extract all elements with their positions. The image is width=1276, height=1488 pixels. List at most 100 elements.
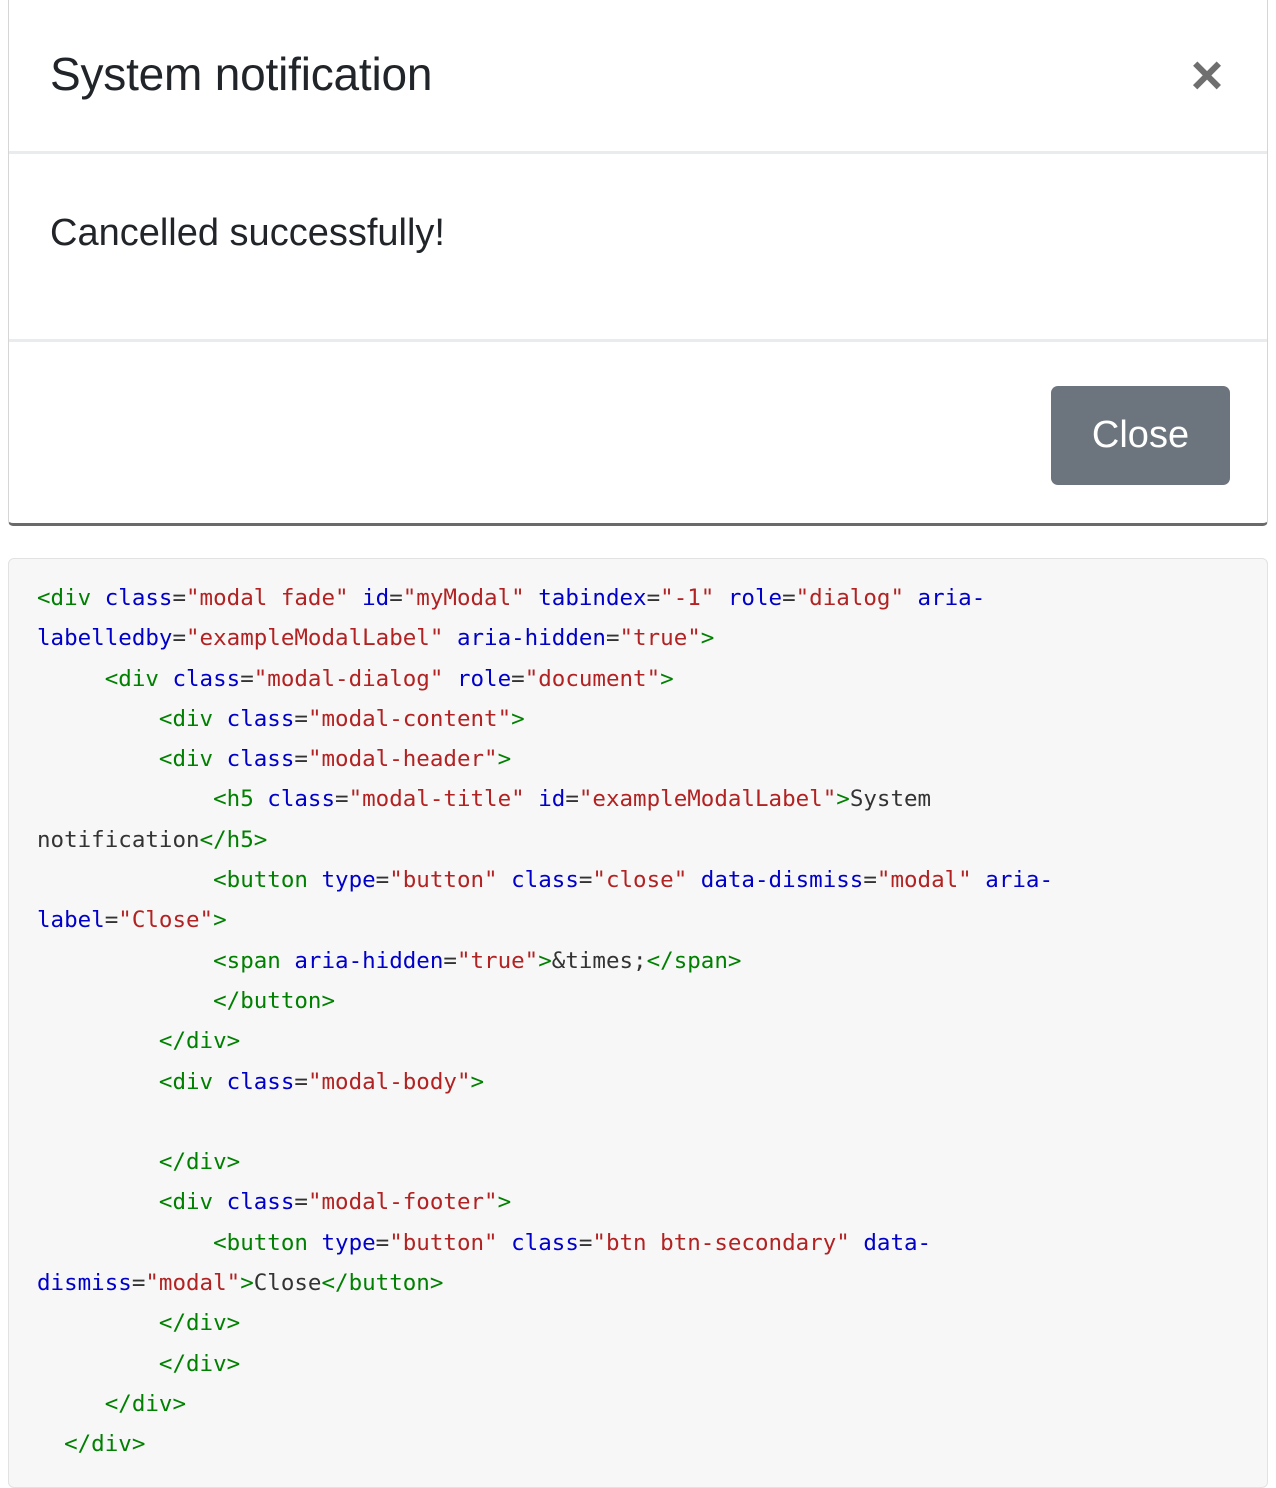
code-token: >: [511, 705, 525, 732]
code-token: id: [538, 786, 566, 813]
code-token: >: [240, 1270, 254, 1297]
code-token: >: [660, 665, 674, 692]
code-token: </button>: [321, 1270, 444, 1297]
code-token: <div: [158, 705, 227, 732]
code-token: </button>: [213, 987, 336, 1014]
close-icon[interactable]: ×: [1185, 47, 1229, 103]
code-token: "close": [592, 867, 688, 894]
code-token: class: [226, 746, 295, 773]
code-token: class: [511, 1229, 579, 1256]
code-token: "button": [389, 1229, 498, 1256]
modal-title: System notification: [50, 48, 433, 100]
code-token: >: [497, 1189, 512, 1216]
code-line: labelledby="exampleModalLabel" aria-hidd…: [37, 618, 1239, 658]
modal-body: Cancelled successfully!: [9, 154, 1267, 342]
code-token: type: [321, 867, 376, 894]
code-line: notification</h5>: [37, 820, 1239, 860]
code-token: "modal": [145, 1270, 241, 1297]
code-line: <button type="button" class="close" data…: [37, 860, 1239, 900]
modal-dialog: System notification × Cancelled successf…: [8, 0, 1268, 526]
code-line: </button>: [37, 981, 1239, 1021]
code-token: data-dismiss: [700, 867, 864, 894]
code-token: =: [294, 1189, 308, 1216]
code-token: "exampleModalLabel": [578, 786, 837, 813]
code-token: <div: [158, 746, 227, 773]
code-token: >: [213, 907, 227, 934]
code-token: notification: [37, 826, 200, 853]
code-token: </div>: [158, 1350, 241, 1377]
code-token: "modal-dialog": [253, 665, 444, 692]
code-token: =: [443, 947, 457, 974]
code-token: class: [226, 1189, 295, 1216]
code-token: aria-hidden: [294, 947, 444, 974]
code-line: </div>: [37, 1303, 1239, 1343]
code-token: label: [37, 907, 105, 934]
code-token: "-1": [660, 585, 715, 611]
code-token: <button: [213, 867, 322, 894]
code-token: "true": [619, 625, 701, 652]
code-token: "modal": [876, 867, 972, 894]
code-token: =: [565, 786, 579, 813]
code-line: <div class="modal-content">: [37, 699, 1239, 739]
code-line: </div>: [37, 1424, 1239, 1464]
code-listing: <div class="modal fade" id="myModal" tab…: [37, 578, 1239, 1465]
code-token: data-: [863, 1229, 932, 1256]
code-token: dismiss: [37, 1270, 132, 1297]
code-token: </div>: [158, 1149, 241, 1176]
code-token: =: [104, 907, 119, 934]
code-block: <div class="modal fade" id="myModal" tab…: [8, 558, 1268, 1488]
code-token: </div>: [64, 1431, 146, 1458]
code-token: =: [294, 746, 308, 773]
code-line: <div class="modal-body">: [37, 1062, 1239, 1102]
code-line: <div class="modal-dialog" role="document…: [37, 659, 1239, 699]
code-token: "modal-footer": [307, 1189, 498, 1216]
code-token: <span: [213, 947, 295, 974]
code-token: </div>: [158, 1310, 241, 1337]
code-token: "document": [524, 665, 661, 692]
code-line: </div>: [37, 1021, 1239, 1061]
code-line: <div class="modal fade" id="myModal" tab…: [37, 578, 1239, 618]
code-token: =: [511, 665, 525, 692]
code-token: class: [226, 705, 295, 732]
code-token: =: [294, 705, 308, 732]
code-token: <button: [213, 1229, 322, 1256]
code-token: >: [700, 625, 715, 652]
modal-body-text: Cancelled successfully!: [50, 212, 445, 254]
code-token: "btn btn-secondary": [592, 1229, 850, 1256]
code-token: aria-: [985, 867, 1054, 894]
code-token: </div>: [158, 1028, 241, 1055]
code-token: =: [375, 867, 390, 894]
code-token: <div: [158, 1189, 227, 1216]
code-token: =: [646, 585, 661, 611]
code-token: >: [836, 786, 850, 813]
code-line: </div>: [37, 1142, 1239, 1182]
code-token: </div>: [104, 1390, 187, 1417]
close-button[interactable]: Close: [1051, 386, 1230, 485]
code-token: =: [335, 786, 349, 813]
code-token: &times;: [551, 947, 647, 974]
